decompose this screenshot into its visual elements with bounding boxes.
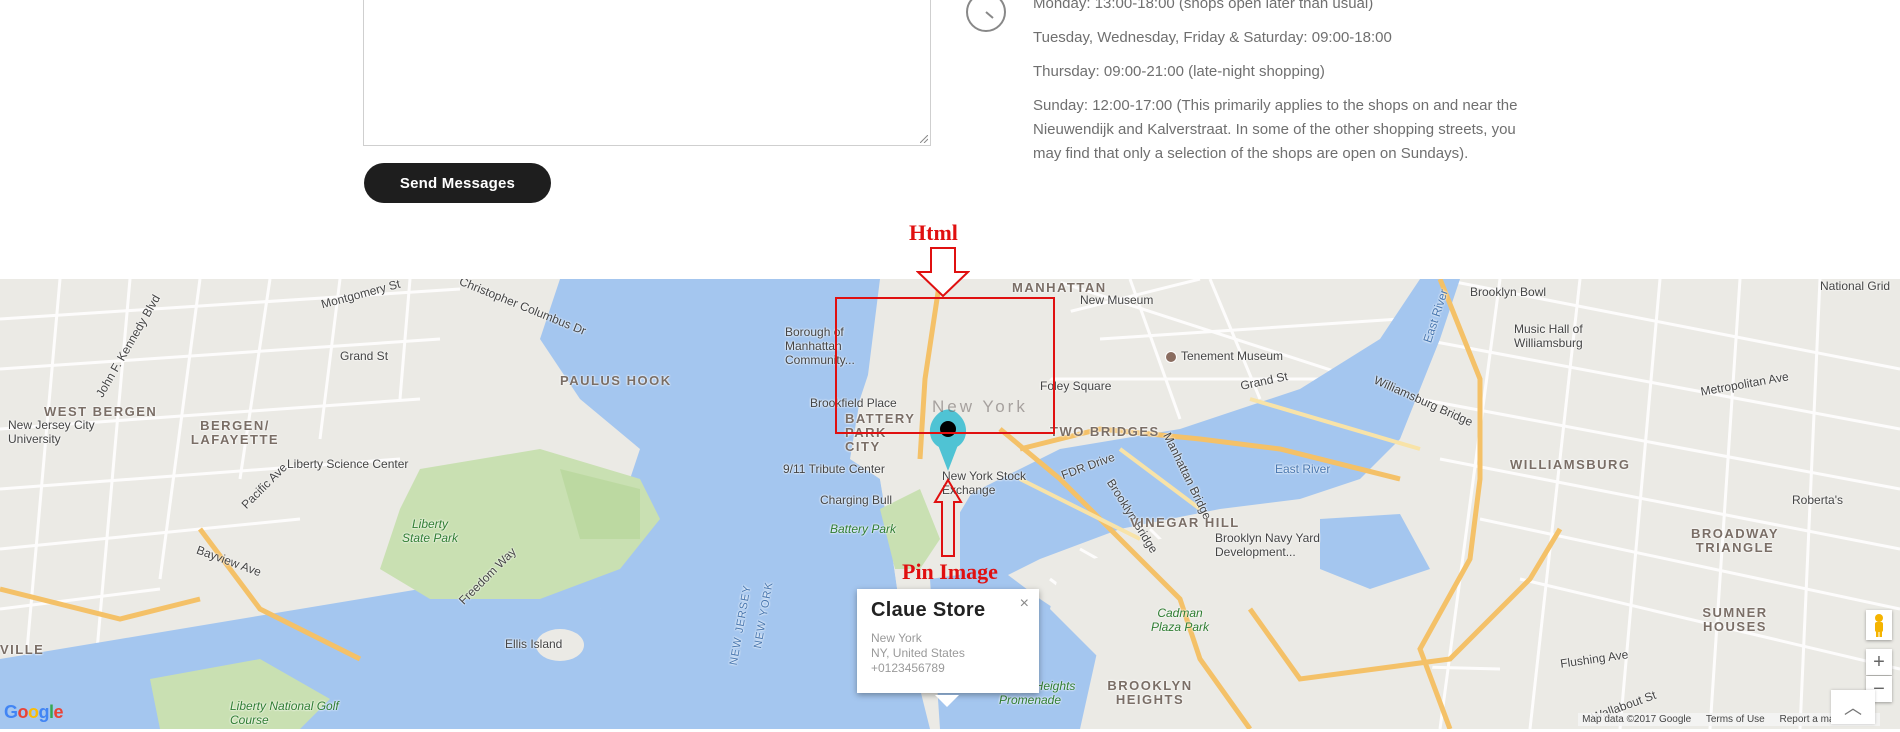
send-messages-button[interactable]: Send Messages bbox=[364, 163, 551, 203]
info-window-phone: +0123456789 bbox=[871, 661, 945, 675]
map-label-ville: VILLE bbox=[0, 642, 45, 657]
map-label-paulus-hook: PAULUS HOOK bbox=[560, 373, 672, 388]
map-label-tribute-center: 9/11 Tribute Center bbox=[783, 462, 885, 476]
map-label-navy-yard: Brooklyn Navy Yard Development... bbox=[1215, 531, 1320, 559]
hours-monday: Monday: 13:00-18:00 (shops open later th… bbox=[1033, 0, 1374, 12]
hours-thursday: Thursday: 09:00-21:00 (late-night shoppi… bbox=[1033, 63, 1325, 80]
map-label-njcu: New Jersey City University bbox=[8, 418, 95, 446]
map-label-battery-park: Battery Park bbox=[830, 522, 897, 536]
map-label-tenement-museum: Tenement Museum bbox=[1165, 349, 1283, 363]
map-label-two-bridges: TWO BRIDGES bbox=[1050, 424, 1160, 439]
map-label-tenement-text: Tenement Museum bbox=[1181, 349, 1284, 363]
annotation-up-arrow-icon bbox=[933, 478, 963, 557]
map-label-national-grid: National Grid bbox=[1820, 279, 1891, 293]
map-label-brooklyn-heights: BROOKLYN HEIGHTS bbox=[1107, 678, 1193, 707]
annotation-html-label: Html bbox=[909, 220, 958, 245]
map-label-cadman-plaza: Cadman Plaza Park bbox=[1150, 606, 1210, 634]
map-info-window[interactable]: Claue Store × New York NY, United States… bbox=[857, 589, 1039, 707]
map-label-grand-st-left: Grand St bbox=[340, 349, 389, 363]
map-label-williamsburg: WILLIAMSBURG bbox=[1510, 457, 1631, 472]
clock-icon bbox=[966, 0, 1006, 32]
zoom-in-button[interactable]: + bbox=[1866, 649, 1892, 675]
terms-of-use-link[interactable]: Terms of Use bbox=[1706, 714, 1765, 725]
map-label-music-hall: Music Hall of Williamsburg bbox=[1514, 322, 1583, 350]
info-window-close-icon[interactable]: × bbox=[1020, 595, 1029, 613]
map-label-liberty-science: Liberty Science Center bbox=[287, 457, 409, 471]
hours-tue-sat: Tuesday, Wednesday, Friday & Saturday: 0… bbox=[1033, 29, 1392, 46]
opening-hours: Monday: 13:00-18:00 (shops open later th… bbox=[1033, 0, 1523, 176]
map-label-east-river: East River bbox=[1275, 462, 1331, 476]
map-label-liberty-state-park: Liberty State Park bbox=[401, 517, 459, 545]
info-window-city: New York bbox=[871, 631, 922, 645]
map-data-credit: Map data ©2017 Google bbox=[1582, 714, 1692, 725]
map-label-ellis-island: Ellis Island bbox=[505, 637, 563, 651]
map-label-new-museum: New Museum bbox=[1080, 293, 1154, 307]
map-label-charging-bull: Charging Bull bbox=[820, 493, 893, 507]
hours-sunday: Sunday: 12:00-17:00 (This primarily appl… bbox=[1033, 97, 1518, 162]
chevron-up-icon: ︿ bbox=[1844, 698, 1862, 718]
info-window-title: Claue Store bbox=[871, 599, 986, 621]
map-label-liberty-golf: Liberty National Golf Course bbox=[230, 699, 339, 727]
map-label-robertas: Roberta's bbox=[1792, 493, 1843, 507]
google-logo: Google bbox=[4, 702, 64, 722]
map-label-bergen-lafayette: BERGEN/ LAFAYETTE bbox=[190, 418, 280, 447]
scroll-to-top-button[interactable]: ︿ bbox=[1831, 690, 1875, 724]
annotation-down-arrow-icon bbox=[916, 247, 970, 298]
annotation-html-box bbox=[835, 297, 1055, 434]
street-view-pegman-icon[interactable] bbox=[1866, 610, 1892, 640]
map-label-vinegar-hill: VINEGAR HILL bbox=[1130, 515, 1240, 530]
resize-grip-icon[interactable] bbox=[920, 135, 928, 143]
message-textarea[interactable] bbox=[363, 0, 931, 146]
annotation-pin-label: Pin Image bbox=[902, 559, 998, 584]
map-label-brooklyn-bowl: Brooklyn Bowl bbox=[1470, 285, 1547, 299]
map-label-west-bergen: WEST BERGEN bbox=[44, 404, 158, 419]
map-label-sumner-houses: SUMNER HOUSES bbox=[1702, 605, 1768, 634]
museum-icon bbox=[1165, 350, 1177, 363]
info-window-region: NY, United States bbox=[871, 646, 965, 660]
map-label-broadway-triangle: BROADWAY TRIANGLE bbox=[1690, 526, 1780, 555]
